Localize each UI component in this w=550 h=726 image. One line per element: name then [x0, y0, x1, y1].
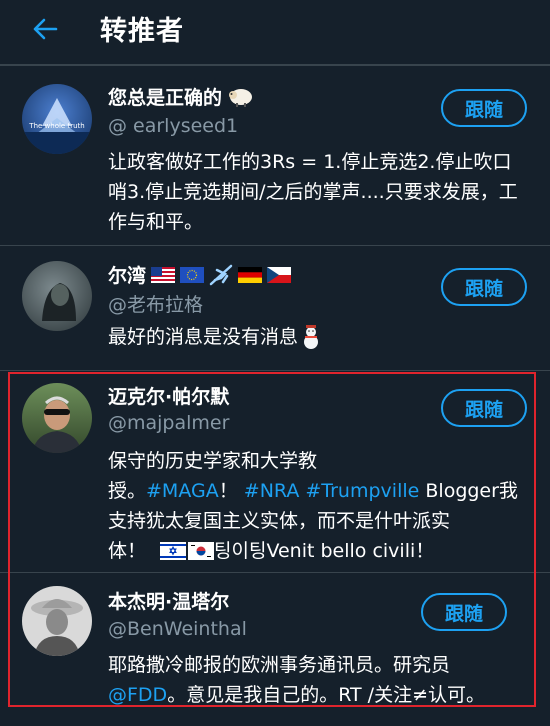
bio-line: 支持犹太复国主义实体，而不是什叶派实	[108, 510, 451, 532]
user-handle[interactable]: @ earlyseed1	[108, 115, 238, 137]
page-title: 转推者	[100, 16, 184, 47]
hashtag-link[interactable]: #Trumpville	[305, 480, 419, 502]
bio-line: 保守的历史学家和大学教	[108, 450, 318, 472]
follow-button[interactable]: 跟随	[441, 268, 527, 306]
top-bar: 转推者	[0, 0, 550, 62]
bio-line: 体！ 팅이팅Venit bello civili！	[108, 540, 435, 562]
eu-flag-icon	[180, 266, 205, 283]
hashtag-link[interactable]: #NRA	[244, 480, 300, 502]
avatar[interactable]: The whole truth	[22, 84, 92, 154]
avatar-caption: The whole truth	[29, 122, 85, 130]
avatar[interactable]	[22, 261, 92, 331]
user-handle[interactable]: @BenWeinthal	[108, 618, 247, 640]
user-bio: 让政客做好工作的3Rs = 1.停止竞选2.停止吹口哨3.停止竞选期间/之后的掌…	[108, 151, 518, 233]
hashtag-link[interactable]: #MAGA	[146, 480, 219, 502]
bio-line: 授。#MAGA！ #NRA #Trumpville Blogger我	[108, 480, 518, 502]
bio-line: @FDD。意见是我自己的。RT /关注≠认可。	[108, 684, 485, 706]
germany-flag-icon	[238, 266, 263, 283]
us-flag-icon	[151, 266, 176, 283]
user-list-item[interactable]: 迈克尔·帕尔默 @majpalmer 保守的历史学家和大学教 授。#MAGA！ …	[0, 371, 550, 571]
user-handle[interactable]: @老布拉格	[108, 290, 203, 317]
user-bio: 最好的消息是没有消息	[108, 322, 528, 352]
user-bio: 耶路撒冷邮报的欧洲事务通讯员。研究员 @FDD。意见是我自己的。RT /关注≠认…	[108, 650, 508, 710]
czech-flag-icon	[267, 266, 292, 283]
user-list-item[interactable]: 本杰明·温塔尔 @BenWeinthal 耶路撒冷邮报的欧洲事务通讯员。研究员 …	[0, 573, 550, 713]
israel-flag-icon	[160, 542, 187, 560]
follow-button[interactable]: 跟随	[421, 593, 507, 631]
south-korea-flag-icon	[188, 542, 215, 560]
user-name[interactable]: 本杰明·温塔尔	[108, 587, 229, 614]
arrow-left-icon	[33, 18, 58, 40]
snowman-icon	[304, 325, 319, 349]
user-name[interactable]: 您总是正确的	[108, 83, 255, 110]
user-list-item[interactable]: 尔湾 @老布拉格 最好的消息是没有消息 跟随	[0, 246, 550, 370]
follow-button[interactable]: 跟随	[441, 389, 527, 427]
mention-link[interactable]: @FDD	[108, 684, 167, 706]
user-name[interactable]: 尔湾	[108, 261, 292, 288]
bio-line: 耶路撒冷邮报的欧洲事务通讯员。研究员	[108, 654, 451, 676]
airplane-icon	[209, 264, 233, 285]
sheep-emoji-icon	[229, 88, 253, 107]
user-handle[interactable]: @majpalmer	[108, 412, 229, 434]
user-bio: 保守的历史学家和大学教 授。#MAGA！ #NRA #Trumpville Bl…	[108, 446, 528, 566]
user-name[interactable]: 迈克尔·帕尔默	[108, 382, 229, 409]
avatar[interactable]	[22, 383, 92, 453]
back-button[interactable]	[30, 14, 60, 44]
avatar[interactable]	[22, 586, 92, 656]
user-list-item[interactable]: The whole truth 您总是正确的 @ earlyseed1 让政客做…	[0, 66, 550, 244]
follow-button[interactable]: 跟随	[441, 89, 527, 127]
